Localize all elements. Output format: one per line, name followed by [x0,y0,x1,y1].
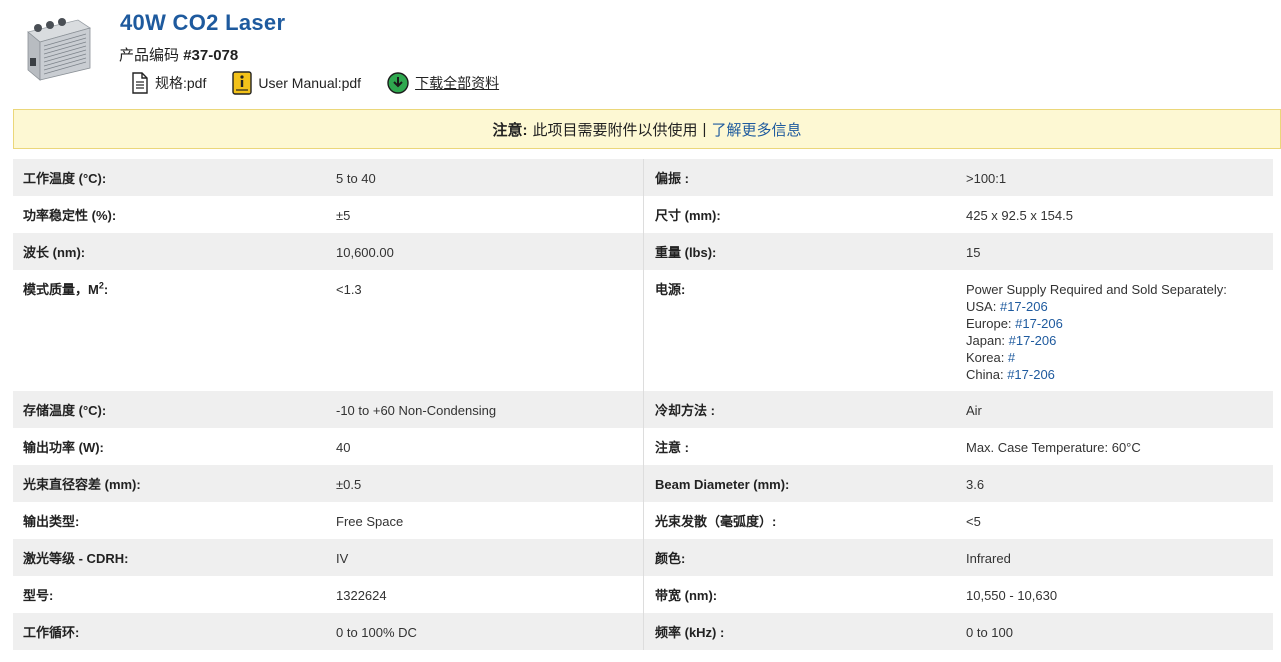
spec-label: 激光等级 - CDRH: [23,551,129,566]
document-links: 规格:pdf User Manual:pdf 下载全部资料 [131,70,525,96]
spec-label: 输出功率 (W): [23,440,104,455]
spec-label: 型号: [23,588,54,603]
spec-value: 425 x 92.5 x 154.5 [966,208,1073,223]
spec-label: 重量 (lbs): [655,245,717,260]
spec-value: 10,600.00 [326,233,644,270]
table-row: 模式质量，M2: <1.3 电源: Power Supply Required … [13,270,1273,391]
user-manual-link[interactable]: User Manual:pdf [232,71,361,95]
power-supply-link[interactable]: #17-206 [1009,333,1057,348]
spec-value: IV [326,539,644,576]
spec-label: 模式质量，M2: [13,270,326,391]
spec-label: 输出类型: [23,514,80,529]
spec-value: Air [966,403,982,418]
table-row: 输出类型: Free Space 光束发散（毫弧度）: <5 [13,502,1273,539]
power-supply-heading: Power Supply Required and Sold Separatel… [966,282,1227,297]
spec-label: Beam Diameter (mm): [655,477,790,492]
spec-label: 偏振 : [655,171,689,186]
spec-label: 频率 (kHz) : [655,625,725,640]
power-supply-line: Korea: # [966,349,1263,366]
spec-value: 40 [326,428,644,465]
region-label: Korea: [966,350,1008,365]
notice-separator: | [702,120,707,138]
spec-value: 3.6 [966,477,985,492]
spec-pdf-label: 规格:pdf [155,75,207,91]
notice-banner: 注意: 此项目需要附件以供使用 | 了解更多信息 [13,109,1281,149]
region-label: Japan: [966,333,1009,348]
power-supply-link[interactable]: # [1008,350,1015,365]
spec-value: <1.3 [326,270,644,391]
spec-label: 冷却方法 : [655,403,715,418]
table-row: 工作循环: 0 to 100% DC 频率 (kHz) : 0 to 100 [13,613,1273,650]
spec-value: -10 to +60 Non-Condensing [326,391,644,428]
power-supply-line: USA: #17-206 [966,298,1263,315]
download-icon [387,72,409,94]
product-title: 40W CO2 Laser [120,10,286,35]
specs-table: 工作温度 (°C): 5 to 40 偏振 : >100:1 功率稳定性 (%)… [13,159,1273,650]
spec-label: 工作温度 (°C): [23,171,107,186]
product-code: 产品编码 #37-078 [119,44,238,65]
region-label: Europe: [966,316,1016,331]
spec-label: 颜色: [655,551,686,566]
power-supply-line: China: #17-206 [966,366,1263,383]
spec-label: 带宽 (nm): [655,588,718,603]
region-label: China: [966,367,1008,382]
power-supply-line: Europe: #17-206 [966,315,1263,332]
spec-pdf-link[interactable]: 规格:pdf [131,72,206,94]
spec-label-main: 模式质量，M [23,282,99,297]
spec-value: 10,550 - 10,630 [966,588,1058,603]
spec-value: 1322624 [326,576,644,613]
table-row: 工作温度 (°C): 5 to 40 偏振 : >100:1 [13,159,1273,196]
spec-label-end: : [103,282,109,297]
product-code-value: #37-078 [183,47,239,64]
spec-value: ±5 [326,196,644,233]
learn-more-link[interactable]: 了解更多信息 [711,119,801,140]
download-all-link[interactable]: 下载全部资料 [387,72,499,94]
table-row: 输出功率 (W): 40 注意 : Max. Case Temperature:… [13,428,1273,465]
notice-text: 此项目需要附件以供使用 [532,121,698,139]
spec-value: Infrared [966,551,1011,566]
document-icon [132,72,148,94]
power-supply-value: Power Supply Required and Sold Separatel… [956,270,1273,391]
product-code-label: 产品编码 [119,47,180,64]
table-row: 光束直径容差 (mm): ±0.5 Beam Diameter (mm): 3.… [13,465,1273,502]
spec-value: Free Space [326,502,644,539]
spec-value: ±0.5 [326,465,644,502]
spec-value: 0 to 100% DC [326,613,644,650]
power-supply-link[interactable]: #17-206 [1015,316,1063,331]
spec-label: 功率稳定性 (%): [23,208,117,223]
spec-value: 5 to 40 [326,159,644,196]
info-manual-icon [232,71,253,95]
spec-value: 0 to 100 [966,625,1013,640]
spec-value: Max. Case Temperature: 60°C [966,440,1141,455]
notice-label: 注意: [492,121,528,139]
region-label: USA: [966,299,1000,314]
spec-label: 存储温度 (°C): [23,403,107,418]
spec-label: 尺寸 (mm): [655,208,721,223]
spec-value: 15 [966,245,981,260]
power-supply-link[interactable]: #17-206 [1007,367,1055,382]
spec-value: <5 [966,514,981,529]
spec-value: >100:1 [966,171,1007,186]
spec-label: 工作循环: [23,625,80,640]
table-row: 功率稳定性 (%): ±5 尺寸 (mm): 425 x 92.5 x 154.… [13,196,1273,233]
download-all-label: 下载全部资料 [415,75,500,91]
power-supply-link[interactable]: #17-206 [1000,299,1048,314]
spec-label: 注意 : [655,440,689,455]
spec-label: 光束直径容差 (mm): [23,477,141,492]
power-supply-line: Japan: #17-206 [966,332,1263,349]
spec-label: 波长 (nm): [23,245,86,260]
table-row: 型号: 1322624 带宽 (nm): 10,550 - 10,630 [13,576,1273,613]
table-row: 存储温度 (°C): -10 to +60 Non-Condensing 冷却方… [13,391,1273,428]
spec-label: 光束发散（毫弧度）: [655,514,777,529]
product-image [24,14,92,84]
table-row: 激光等级 - CDRH: IV 颜色: Infrared [13,539,1273,576]
spec-label: 电源: [655,282,686,297]
table-row: 波长 (nm): 10,600.00 重量 (lbs): 15 [13,233,1273,270]
user-manual-label: User Manual:pdf [258,75,362,91]
